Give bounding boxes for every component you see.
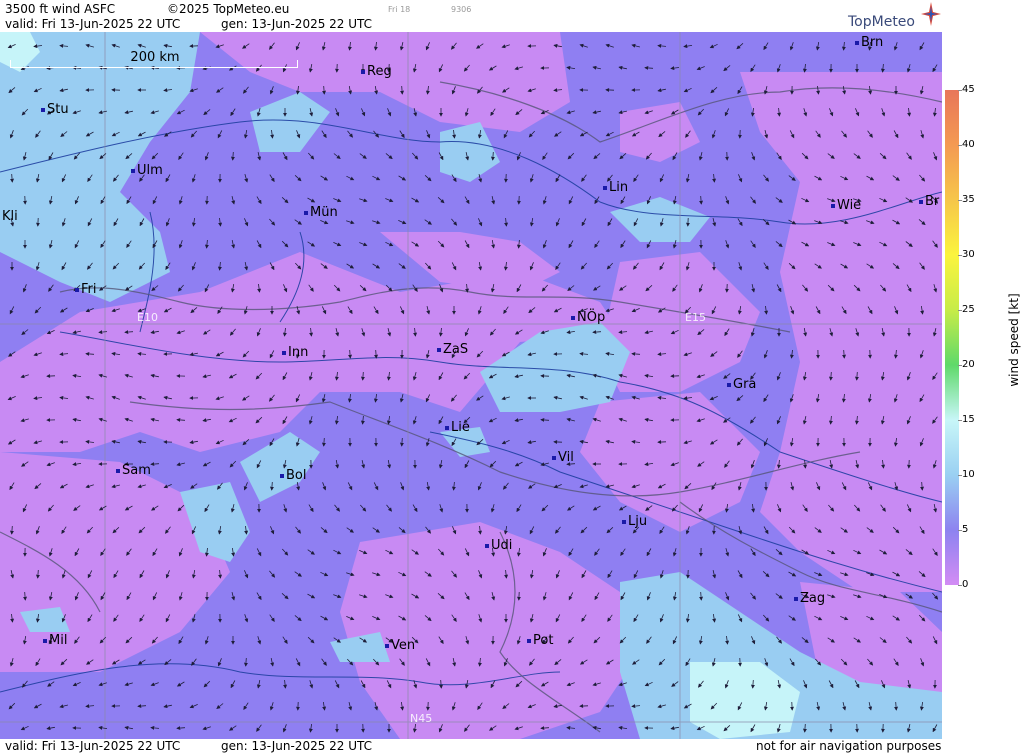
city-label: Ven: [385, 638, 415, 653]
city-label: Udi: [485, 538, 512, 553]
city-label: Br: [919, 194, 939, 209]
wind-speed-colorbar: [945, 90, 959, 585]
colorbar-tick-label: 45: [962, 84, 975, 95]
gen-time: gen: 13-Jun-2025 22 UTC: [221, 17, 373, 31]
city-label: Ulm: [131, 163, 163, 178]
colorbar-segment: [945, 420, 959, 475]
colorbar-segment: [945, 530, 959, 585]
colorbar-tick-label: 10: [962, 469, 975, 480]
footer-valid-time: valid: Fri 13-Jun-2025 22 UTC: [5, 739, 181, 753]
colorbar-segment: [945, 90, 959, 145]
city-label: Bol: [280, 468, 306, 483]
colorbar-unit: wind speed [kt]: [1007, 293, 1021, 387]
map-canvas: [0, 32, 942, 739]
colorbar-tick-label: 30: [962, 249, 975, 260]
city-label: Reg: [361, 64, 392, 79]
grid-label-n45: N45: [410, 712, 433, 725]
city-label: Vil: [552, 450, 574, 465]
faint-code: 9306: [451, 5, 472, 14]
colorbar-segment: [945, 200, 959, 255]
colorbar-tick-label: 25: [962, 304, 975, 315]
colorbar-tick-label: 35: [962, 194, 975, 205]
compass-star-icon: [921, 2, 941, 26]
colorbar-tick-label: 0: [962, 579, 969, 590]
footer-gen-time: gen: 13-Jun-2025 22 UTC: [221, 739, 373, 753]
topmeteo-logo: TopMeteo: [848, 14, 915, 30]
city-label: Inn: [282, 345, 308, 360]
city-label: Lju: [622, 514, 647, 529]
colorbar-segment: [945, 365, 959, 420]
copyright: ©2025 TopMeteo.eu: [167, 2, 290, 16]
city-label: NÖp: [571, 310, 605, 325]
city-label: Gra: [727, 377, 756, 392]
colorbar-tick-label: 40: [962, 139, 975, 150]
footer-disclaimer: not for air navigation purposes: [756, 739, 942, 753]
city-label: Fri: [75, 282, 97, 297]
valid-time: valid: Fri 13-Jun-2025 22 UTC: [5, 17, 181, 31]
city-label: Pot: [527, 633, 553, 648]
city-label: Lin: [603, 180, 628, 195]
city-label: Brn: [855, 35, 883, 50]
city-label: Mil: [43, 633, 67, 648]
city-label: Lie: [445, 420, 470, 435]
city-label: Wie: [831, 198, 861, 213]
colorbar-segment: [945, 145, 959, 200]
city-label: Sam: [116, 463, 151, 478]
colorbar-tick-label: 15: [962, 414, 975, 425]
grid-label-e10: E10: [137, 311, 158, 324]
product-title: 3500 ft wind ASFC: [5, 2, 116, 16]
colorbar-tick-label: 20: [962, 359, 975, 370]
grid-label-e15: E15: [685, 311, 706, 324]
scale-bar: 200 km: [10, 50, 300, 70]
colorbar-segment: [945, 475, 959, 530]
colorbar-segment: [945, 255, 959, 310]
colorbar-tick-label: 5: [962, 524, 969, 535]
city-label: Kli: [2, 209, 18, 224]
colorbar-segment: [945, 310, 959, 365]
city-label: ZaS: [437, 342, 468, 357]
city-label: Zag: [794, 591, 825, 606]
city-label: Mün: [304, 205, 338, 220]
wind-map[interactable]: E10 E15 N45 200 km Stu Ulm Reg Brn Kli M…: [0, 32, 942, 739]
scale-line: [10, 60, 298, 68]
city-label: Stu: [41, 102, 69, 117]
faint-day: Fri 18: [388, 5, 411, 14]
